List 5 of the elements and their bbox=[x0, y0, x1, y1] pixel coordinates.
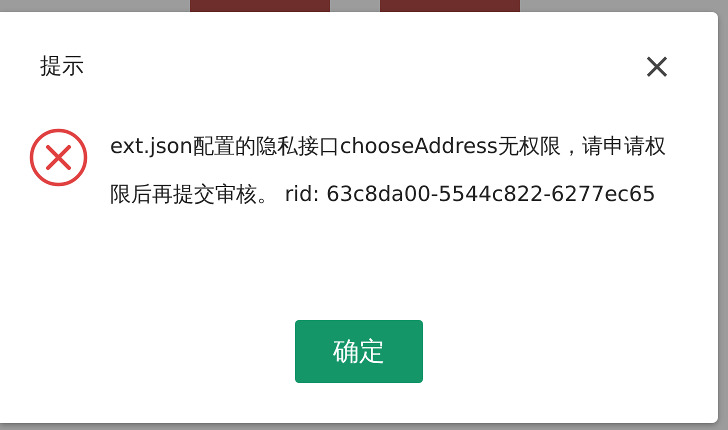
error-icon bbox=[29, 128, 88, 187]
dialog-title: 提示 bbox=[40, 53, 84, 81]
error-message: ext.json配置的隐私接口chooseAddress无权限，请申请权限后再提交审核。 rid: 63c8da00-5544c822-6277ec65 bbox=[110, 133, 667, 208]
confirm-button[interactable]: 确定 bbox=[295, 320, 423, 383]
close-button[interactable]: × bbox=[642, 52, 672, 82]
